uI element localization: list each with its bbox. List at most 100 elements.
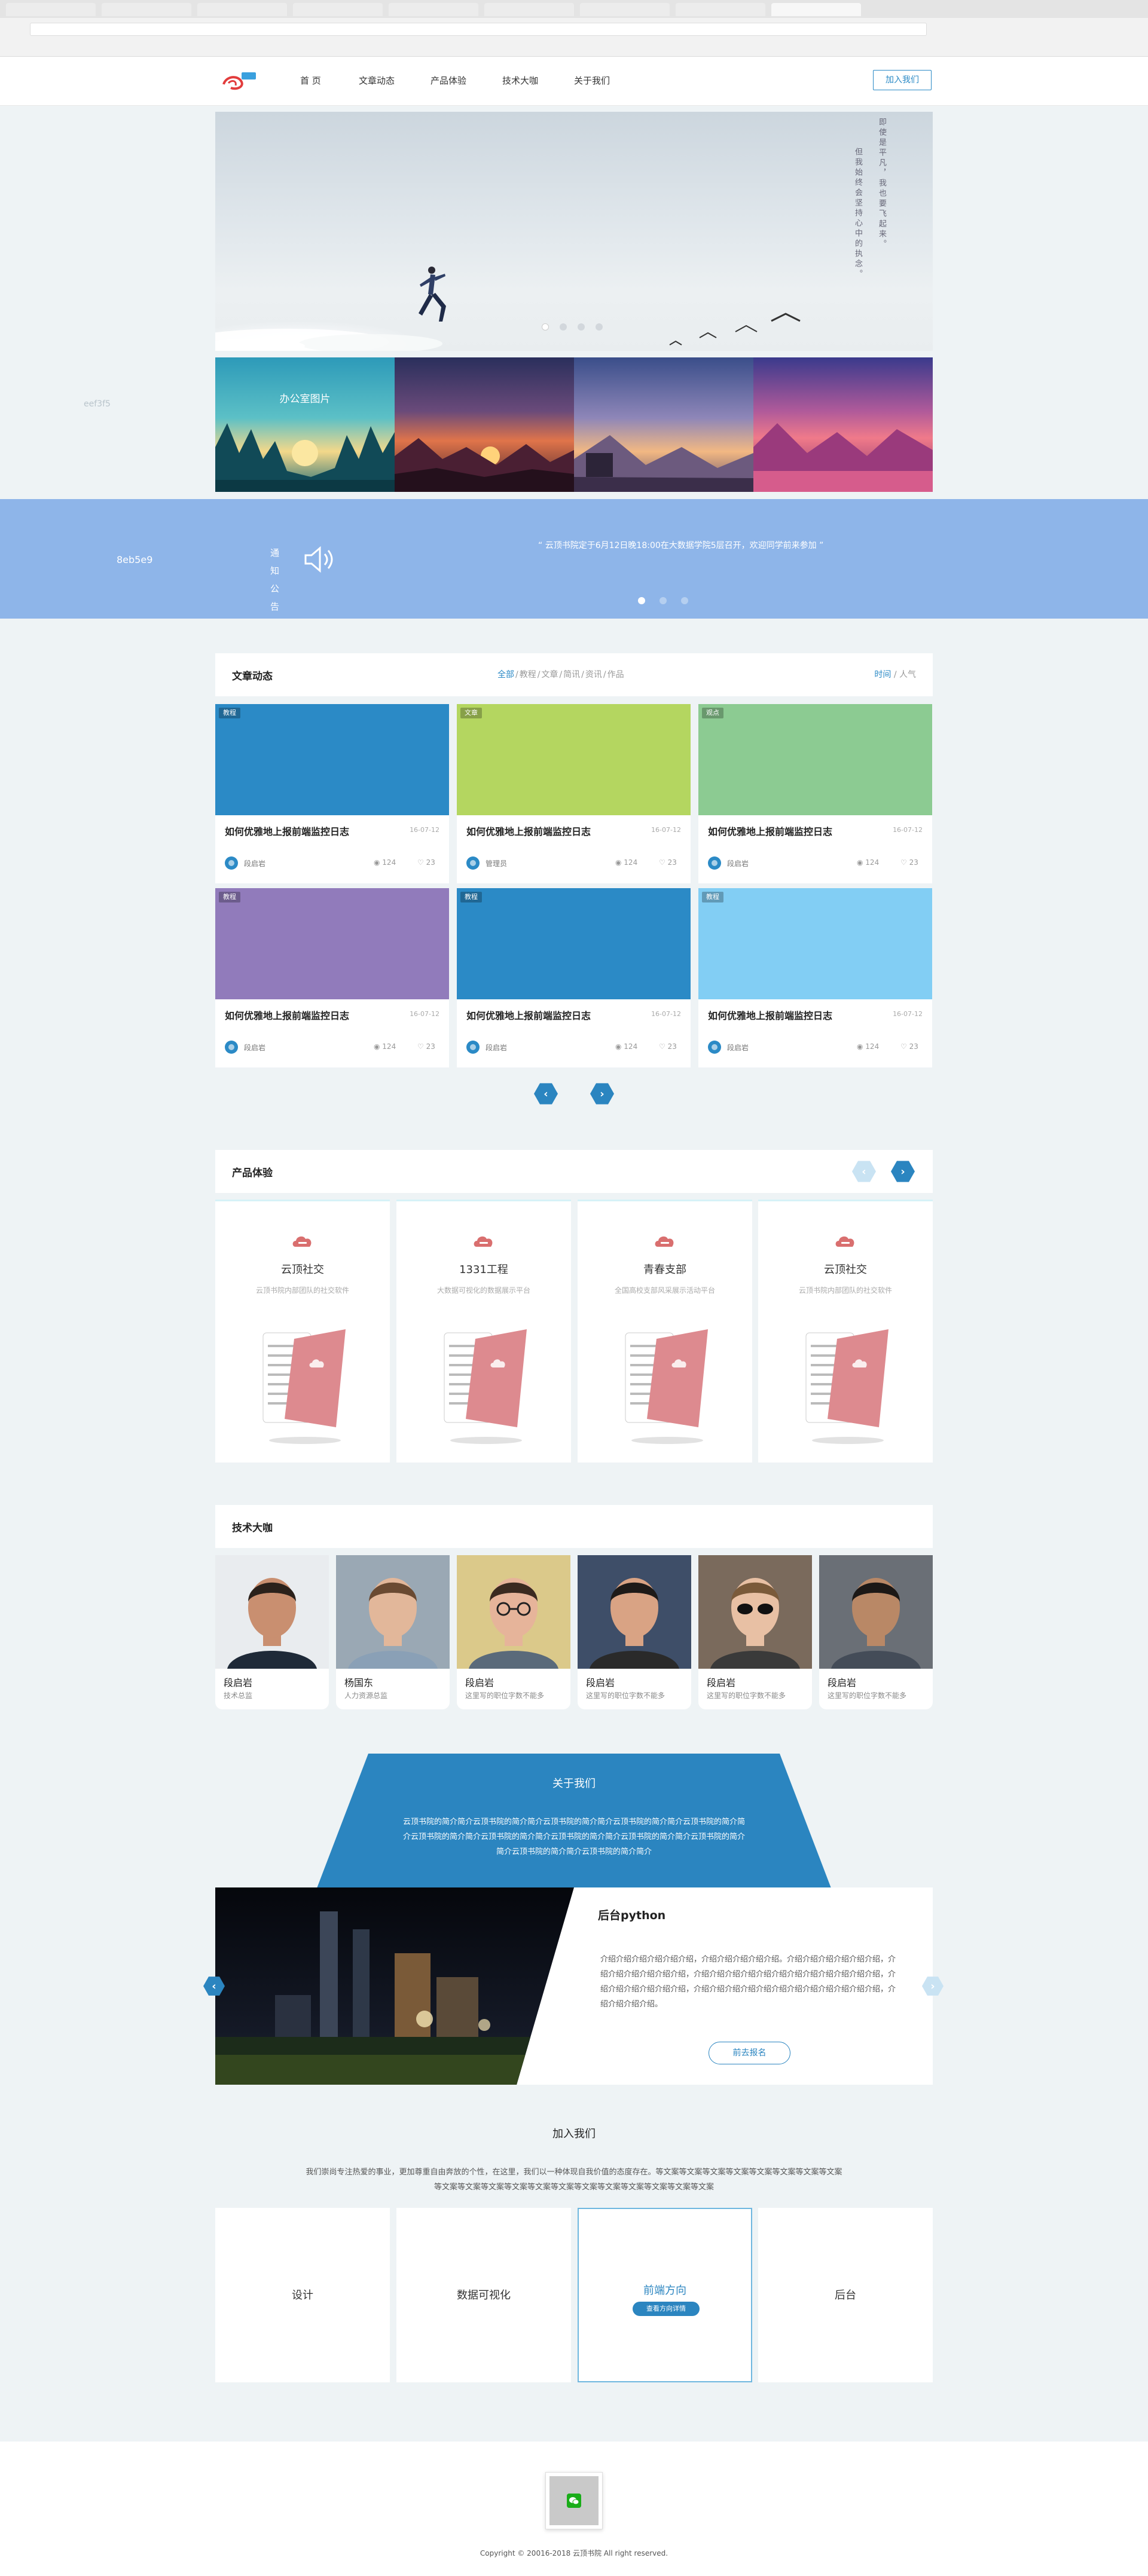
article-views: ◉ 124 <box>857 858 879 867</box>
browser-tab[interactable] <box>389 3 478 16</box>
signup-button[interactable]: 前去报名 <box>709 2042 790 2064</box>
hero-banner[interactable]: 即使是平凡，我也要飞起来。 但我始终会坚持心中的执念。 <box>215 112 933 351</box>
hero-slide-dot[interactable] <box>578 323 585 331</box>
article-likes[interactable]: ♡ 23 <box>900 1042 918 1051</box>
product-card[interactable]: 1331工程 大数据可视化的数据展示平台 <box>396 1200 571 1463</box>
expert-card[interactable]: 段启岩 这里写的职位字数不能多 <box>819 1555 933 1709</box>
direction-frontend[interactable]: 前端方向 查看方向详情 <box>578 2208 752 2382</box>
browser-tab[interactable] <box>676 3 765 16</box>
address-bar[interactable] <box>30 23 927 36</box>
notice-slide-dot[interactable] <box>660 597 667 604</box>
expert-title: 这里写的职位字数不能多 <box>828 1691 907 1700</box>
articles-prev-button[interactable]: ‹ <box>534 1083 558 1105</box>
browser-tab[interactable] <box>580 3 670 16</box>
article-likes[interactable]: ♡ 23 <box>417 1042 435 1051</box>
bookmarks-bar[interactable] <box>12 41 1028 50</box>
expert-card[interactable]: 杨国东 人力资源总监 <box>336 1555 450 1709</box>
direction-design[interactable]: 设计 <box>215 2208 390 2382</box>
hero-slide-dot[interactable] <box>560 323 567 331</box>
mountain-graphic <box>574 435 753 492</box>
gallery-image[interactable] <box>753 357 933 492</box>
article-title[interactable]: 如何优雅地上报前端监控日志 <box>708 1008 832 1022</box>
nav-products[interactable]: 产品体验 <box>430 74 466 88</box>
product-card[interactable]: 青春支部 全国高校支部风采展示活动平台 <box>578 1200 752 1463</box>
article-card[interactable]: 教程 如何优雅地上报前端监控日志 16-07-12 段启岩 ◉ 124 ♡ 23 <box>215 888 449 1067</box>
article-title[interactable]: 如何优雅地上报前端监控日志 <box>466 824 591 838</box>
nav-home[interactable]: 首 页 <box>300 74 321 88</box>
direction-label: 后台 <box>835 2289 856 2302</box>
filter-all[interactable]: 全部 <box>497 670 514 680</box>
site-logo[interactable] <box>220 69 258 93</box>
gallery-image[interactable] <box>574 357 753 492</box>
products-prev-button[interactable]: ‹ <box>852 1161 876 1182</box>
heart-icon: ♡ <box>659 1042 668 1051</box>
notice-slide-dot[interactable] <box>681 597 688 604</box>
browser-tab[interactable] <box>197 3 287 16</box>
article-title[interactable]: 如何优雅地上报前端监控日志 <box>225 1008 349 1022</box>
article-thumbnail[interactable] <box>215 704 449 815</box>
article-title[interactable]: 如何优雅地上报前端监控日志 <box>225 824 349 838</box>
speaker-icon <box>304 546 333 573</box>
notice-slide-dot[interactable] <box>638 597 645 604</box>
notice-title: 通 知 公 告 <box>270 547 283 612</box>
nav-experts[interactable]: 技术大咖 <box>502 74 538 88</box>
articles-next-button[interactable]: › <box>590 1083 614 1105</box>
gallery-image[interactable] <box>395 357 574 492</box>
article-title[interactable]: 如何优雅地上报前端监控日志 <box>708 824 832 838</box>
filter-article[interactable]: 文章 <box>541 670 558 680</box>
article-likes[interactable]: ♡ 23 <box>417 858 435 867</box>
article-thumbnail[interactable] <box>457 888 691 999</box>
article-likes[interactable]: ♡ 23 <box>659 858 677 867</box>
filter-works[interactable]: 作品 <box>607 670 624 680</box>
article-thumbnail[interactable] <box>698 704 932 815</box>
article-thumbnail[interactable] <box>457 704 691 815</box>
view-count: 124 <box>865 858 880 867</box>
cloud-graphic <box>215 329 442 351</box>
browser-tab-active[interactable] <box>771 3 861 16</box>
article-likes[interactable]: ♡ 23 <box>659 1042 677 1051</box>
browser-tab[interactable] <box>102 3 191 16</box>
article-card[interactable]: 教程 如何优雅地上报前端监控日志 16-07-12 段启岩 ◉ 124 ♡ 23 <box>457 888 691 1067</box>
filter-brief[interactable]: 简讯 <box>563 670 580 680</box>
site-footer: Copyright © 20016-2018 云顶书院 All right re… <box>0 2442 1148 2576</box>
browser-tab[interactable] <box>293 3 383 16</box>
article-title[interactable]: 如何优雅地上报前端监控日志 <box>466 1008 591 1022</box>
eye-icon: ◉ <box>615 1042 624 1051</box>
sort-time[interactable]: 时间 <box>874 670 891 680</box>
article-thumbnail[interactable] <box>698 888 932 999</box>
direction-detail-button[interactable]: 查看方向详情 <box>633 2302 700 2316</box>
direction-backend[interactable]: 后台 <box>758 2208 933 2382</box>
expert-card[interactable]: 段启岩 这里写的职位字数不能多 <box>457 1555 570 1709</box>
sort-popularity[interactable]: 人气 <box>899 670 916 680</box>
join-text: 我们崇尚专注热爱的事业，更加尊重自由奔放的个性，在这里，我们以一种体现自我价值的… <box>306 2168 842 2192</box>
filter-news[interactable]: 资讯 <box>585 670 602 680</box>
products-next-button[interactable]: › <box>891 1161 915 1182</box>
article-author: 段启岩 <box>486 1044 508 1052</box>
article-card[interactable]: 文章 如何优雅地上报前端监控日志 16-07-12 管理员 ◉ 124 ♡ 23 <box>457 704 691 883</box>
about-card-text: 介绍介绍介绍介绍介绍介绍，介绍介绍介绍介绍介绍。介绍介绍介绍介绍介绍介绍，介绍介… <box>600 1955 896 2009</box>
browser-tab-strip <box>0 0 1148 18</box>
hero-slide-dot[interactable] <box>596 323 603 331</box>
like-count: 23 <box>667 1042 677 1051</box>
article-thumbnail[interactable] <box>215 888 449 999</box>
about-title: 关于我们 <box>552 1777 596 1790</box>
article-card[interactable]: 教程 如何优雅地上报前端监控日志 16-07-12 段启岩 ◉ 124 ♡ 23 <box>215 704 449 883</box>
expert-card[interactable]: 段启岩 这里写的职位字数不能多 <box>578 1555 691 1709</box>
nav-articles[interactable]: 文章动态 <box>359 74 395 88</box>
product-card[interactable]: 云顶社交 云顶书院内部团队的社交软件 <box>758 1200 933 1463</box>
browser-tab[interactable] <box>484 3 574 16</box>
expert-card[interactable]: 段启岩 这里写的职位字数不能多 <box>698 1555 812 1709</box>
join-us-button[interactable]: 加入我们 <box>873 70 932 90</box>
hero-slide-dot[interactable] <box>542 323 549 331</box>
filter-tutorial[interactable]: 教程 <box>520 670 536 680</box>
expert-card[interactable]: 段启岩 技术总监 <box>215 1555 329 1709</box>
article-likes[interactable]: ♡ 23 <box>900 858 918 867</box>
view-count: 124 <box>624 858 638 867</box>
direction-data-vis[interactable]: 数据可视化 <box>396 2208 571 2382</box>
product-card[interactable]: 云顶社交 云顶书院内部团队的社交软件 <box>215 1200 390 1463</box>
article-card[interactable]: 教程 如何优雅地上报前端监控日志 16-07-12 段启岩 ◉ 124 ♡ 23 <box>698 888 932 1067</box>
gallery-image[interactable]: 办公室图片 <box>215 357 395 492</box>
browser-tab[interactable] <box>6 3 96 16</box>
nav-about[interactable]: 关于我们 <box>574 74 610 88</box>
article-card[interactable]: 观点 如何优雅地上报前端监控日志 16-07-12 段启岩 ◉ 124 ♡ 23 <box>698 704 932 883</box>
